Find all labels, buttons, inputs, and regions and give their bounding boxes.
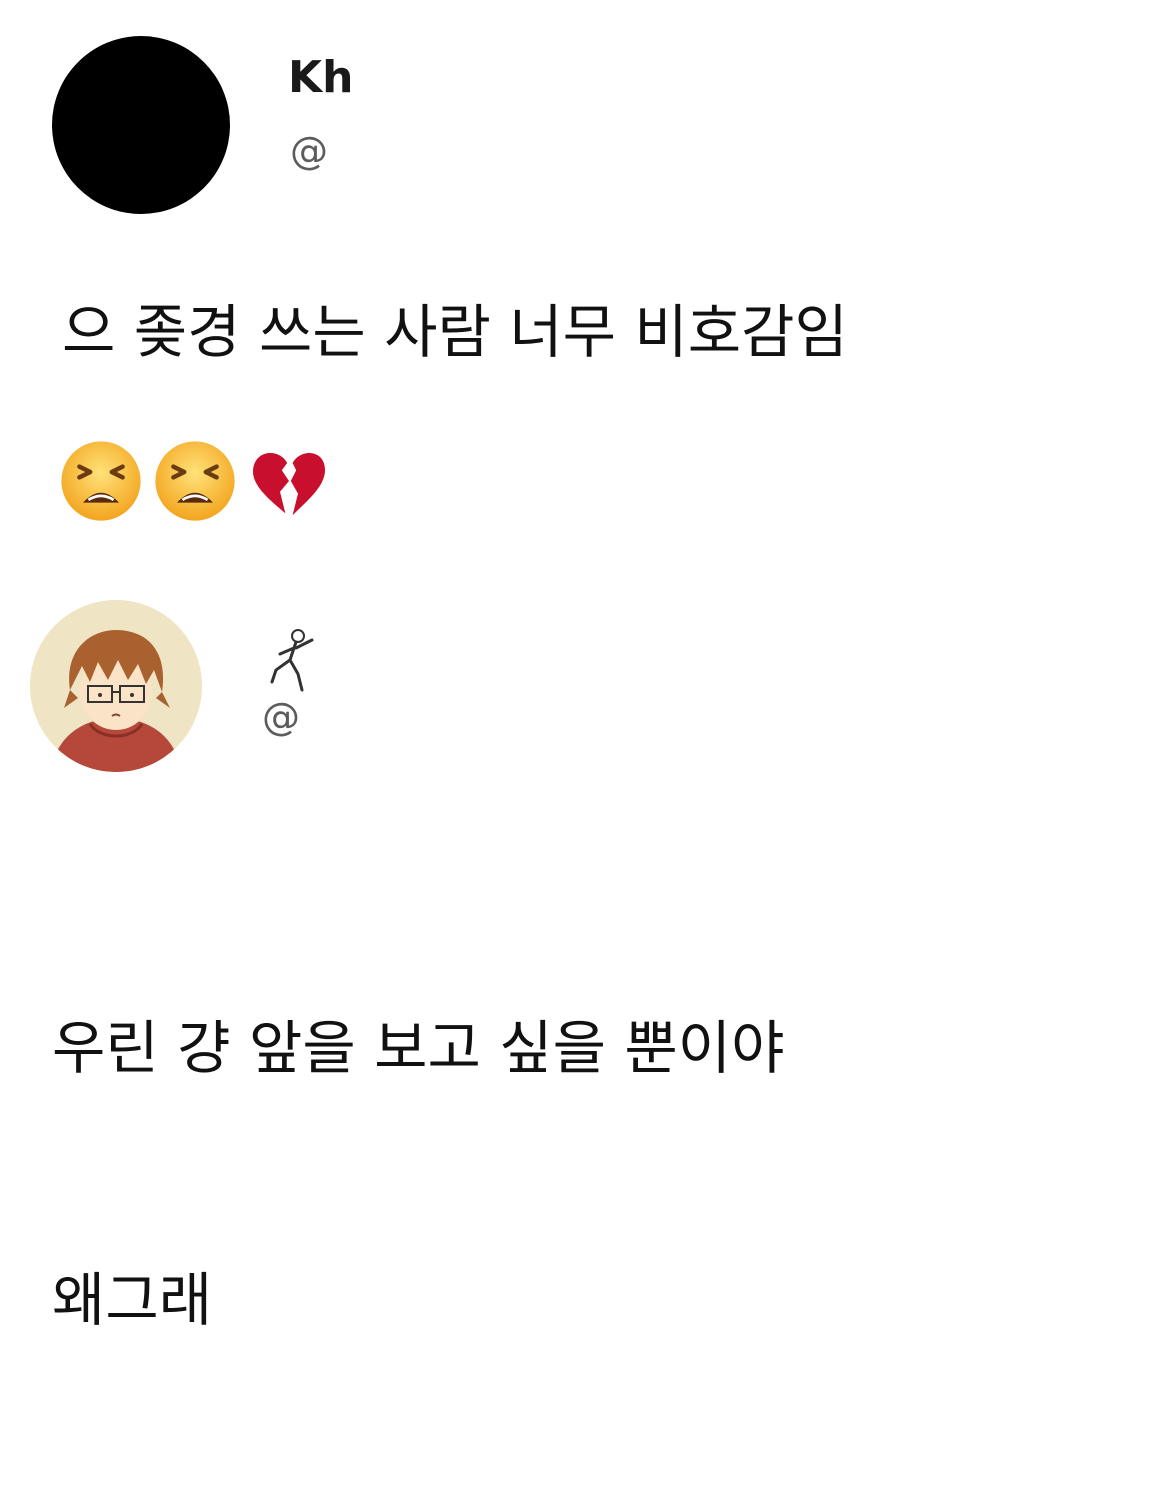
broken-heart-icon [252,452,325,516]
emoji-row [56,436,334,524]
tweet-text-line: 우린 걍 앞을 보고 싶을 뿐이야 [52,1014,785,1082]
anime-character-avatar-image [30,600,202,772]
author-handle[interactable]: @ [262,698,300,736]
tired-face-icon [61,441,141,521]
avatar[interactable] [52,36,230,214]
tweet-text-line: 왜그래 [52,1266,213,1334]
author-handle[interactable]: @ [290,132,328,170]
tweet-text: 우린 걍 앞을 보고 싶을 뿐이야 왜그래 [52,838,785,1510]
running-figure-icon [270,629,314,692]
tweet-text: 으 좆경 쓰는 사람 너무 비호감임 [62,298,848,366]
avatar[interactable] [30,600,202,772]
author-display-name[interactable]: Kh [288,56,353,100]
tired-face-icon [155,441,235,521]
